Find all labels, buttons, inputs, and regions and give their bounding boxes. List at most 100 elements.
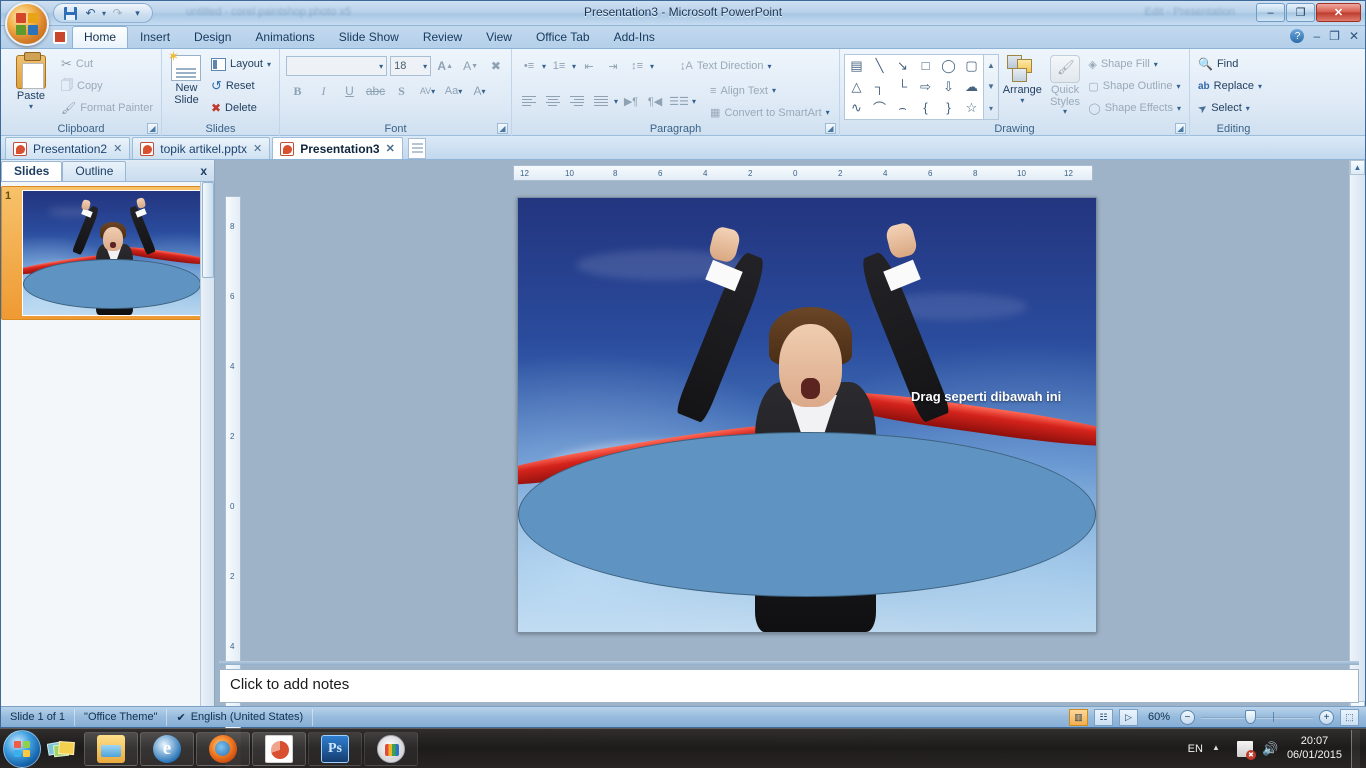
delete-slide-button[interactable]: Delete <box>209 98 275 119</box>
text-direction-button[interactable]: ↨A Text Direction ▾ <box>678 56 776 77</box>
cut-button[interactable]: Cut <box>59 54 157 75</box>
align-right-button[interactable] <box>566 91 588 113</box>
underline-button[interactable]: U <box>338 80 361 102</box>
align-left-button[interactable] <box>518 91 540 113</box>
clear-formatting-button[interactable]: ✖ <box>485 55 507 77</box>
paste-dropdown-icon[interactable]: ▾ <box>29 102 33 111</box>
office-button[interactable] <box>5 2 49 46</box>
zoom-slider[interactable] <box>1201 709 1313 725</box>
shape-oval[interactable]: ◯ <box>937 55 960 76</box>
shapes-gallery[interactable]: ▤ ╲ ↘ □ ◯ ▢ △ ┐ └ ⇨ ⇩ ☁ ∿ ⌒ ⌢ {} ☆ <box>844 54 984 120</box>
notes-pane[interactable]: Click to add notes <box>219 669 1359 703</box>
shape-textbox[interactable]: ▤ <box>845 55 868 76</box>
quick-styles-button[interactable]: Quick Styles ▾ <box>1046 52 1085 120</box>
notes-splitter[interactable] <box>219 661 1359 665</box>
zoom-out-button[interactable]: − <box>1180 709 1195 725</box>
columns-dropdown-icon[interactable]: ▾ <box>692 97 696 106</box>
line-spacing-button[interactable]: ↕≡ <box>626 55 648 77</box>
doc-tab-topik-artikel[interactable]: topik artikel.pptx ✕ <box>132 137 271 159</box>
status-theme[interactable]: "Office Theme" <box>75 708 168 726</box>
taskbar-photoshop[interactable]: Ps <box>308 731 362 766</box>
shape-right-brace[interactable]: } <box>937 97 960 118</box>
shape-star[interactable]: ☆ <box>960 97 983 118</box>
font-dialog-launcher[interactable]: ◢ <box>497 123 508 134</box>
justify-dropdown-icon[interactable]: ▾ <box>614 97 618 106</box>
font-name-chevron-down-icon[interactable]: ▾ <box>379 62 383 71</box>
close-button[interactable]: ✕ <box>1316 3 1361 22</box>
help-icon[interactable]: ? <box>1290 29 1305 43</box>
slides-pane-scrollbar[interactable] <box>200 182 214 716</box>
shape-rounded-rectangle[interactable]: ▢ <box>960 55 983 76</box>
shrink-font-button[interactable]: A ▼ <box>459 55 481 77</box>
columns-button[interactable]: ☰☰ <box>668 91 690 113</box>
tab-design[interactable]: Design <box>182 26 243 48</box>
tab-animations[interactable]: Animations <box>243 26 326 48</box>
shape-scribble[interactable]: ∿ <box>845 97 868 118</box>
status-language[interactable]: ✔ English (United States) <box>167 708 314 726</box>
change-case-button[interactable]: Aa ▾ <box>442 80 465 102</box>
italic-button[interactable]: I <box>312 80 335 102</box>
text-shadow-button[interactable]: S <box>390 80 413 102</box>
taskbar-windows-explorer[interactable] <box>84 731 138 766</box>
font-size-chevron-down-icon[interactable]: ▾ <box>423 62 427 71</box>
doc-tab-close-icon[interactable]: ✕ <box>386 142 395 155</box>
document-close-button[interactable]: ✕ <box>1349 29 1359 43</box>
numbering-button[interactable]: 1≡ <box>548 55 570 77</box>
show-desktop-peek-button[interactable] <box>41 730 83 768</box>
show-hidden-icons-icon[interactable] <box>1212 741 1228 757</box>
new-slide-button[interactable]: New Slide <box>166 49 207 120</box>
clipboard-dialog-launcher[interactable]: ◢ <box>147 123 158 134</box>
shape-triangle[interactable]: △ <box>845 76 868 97</box>
bold-button[interactable]: B <box>286 80 309 102</box>
replace-button[interactable]: Replace ▾ <box>1196 76 1266 97</box>
ellipse-shape[interactable] <box>518 432 1096 598</box>
view-slideshow-button[interactable]: ▷ <box>1119 708 1138 726</box>
shape-cloud[interactable]: ☁ <box>960 76 983 97</box>
pane-tab-outline[interactable]: Outline <box>62 161 127 181</box>
font-size-select[interactable]: 18 ▾ <box>390 56 432 76</box>
arrange-dropdown-icon[interactable]: ▾ <box>1020 96 1024 105</box>
numbering-dropdown-icon[interactable]: ▾ <box>572 62 576 71</box>
start-button[interactable] <box>3 729 41 768</box>
tab-slide-show[interactable]: Slide Show <box>327 26 411 48</box>
shape-curve[interactable]: ⌒ <box>868 97 891 118</box>
align-text-button[interactable]: ≡ Align Text ▾ <box>708 80 834 101</box>
paste-button[interactable]: Paste ▾ <box>5 52 57 120</box>
slide-thumbnail-1[interactable] <box>22 190 202 316</box>
show-desktop-button[interactable] <box>1351 729 1360 768</box>
doc-tab-close-icon[interactable]: ✕ <box>113 142 122 155</box>
align-center-button[interactable] <box>542 91 564 113</box>
tab-office-tab[interactable]: Office Tab <box>524 26 602 48</box>
save-icon[interactable] <box>62 5 79 22</box>
shapes-scroll-up-icon[interactable]: ▲ <box>984 55 998 76</box>
convert-to-smartart-button[interactable]: ▦ Convert to SmartArt ▾ <box>708 102 834 123</box>
reset-button[interactable]: Reset <box>209 76 275 97</box>
grow-font-button[interactable]: A ▲ <box>434 55 456 77</box>
doc-tab-presentation2[interactable]: Presentation2 ✕ <box>5 137 131 159</box>
doc-tab-presentation3[interactable]: Presentation3 ✕ <box>272 137 403 159</box>
shapes-more-icon[interactable]: ▾ <box>984 98 998 119</box>
shape-effects-button[interactable]: ◯ Shape Effects ▾ <box>1086 98 1185 119</box>
ltr-direction-button[interactable]: ▶¶ <box>620 91 642 113</box>
rtl-direction-button[interactable]: ¶◀ <box>644 91 666 113</box>
shape-right-arrow[interactable]: ⇨ <box>914 76 937 97</box>
taskbar-clock[interactable]: 20:07 06/01/2015 <box>1287 735 1342 763</box>
shapes-scroll-down-icon[interactable]: ▼ <box>984 76 998 97</box>
drawing-dialog-launcher[interactable]: ◢ <box>1175 123 1186 134</box>
shape-elbow-connector[interactable]: ┐ <box>868 76 891 97</box>
shape-arrow[interactable]: ↘ <box>891 55 914 76</box>
taskbar-internet-explorer[interactable]: e <box>140 731 194 766</box>
view-normal-button[interactable]: ▥ <box>1069 708 1088 726</box>
shape-fill-button[interactable]: ◈ Shape Fill ▾ <box>1086 54 1185 75</box>
arrange-button[interactable]: Arrange ▾ <box>999 52 1046 120</box>
increase-indent-button[interactable]: ⇥ <box>602 55 624 77</box>
justify-button[interactable] <box>590 91 612 113</box>
bullets-button[interactable]: •≡ <box>518 55 540 77</box>
fit-slide-to-window-button[interactable]: ⬚ <box>1340 708 1359 726</box>
format-painter-button[interactable]: Format Painter <box>59 98 157 119</box>
taskbar-firefox[interactable] <box>196 731 250 766</box>
document-restore-button[interactable]: ❐ <box>1329 29 1340 43</box>
tab-insert[interactable]: Insert <box>128 26 182 48</box>
volume-icon[interactable] <box>1262 741 1278 757</box>
undo-dropdown-icon[interactable]: ▾ <box>102 9 106 18</box>
